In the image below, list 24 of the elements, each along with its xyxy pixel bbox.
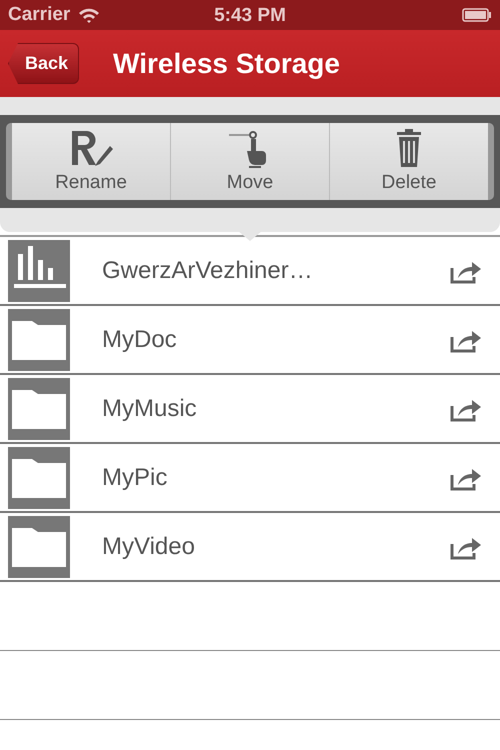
file-name: MyDoc <box>102 324 178 354</box>
delete-button[interactable]: Delete <box>330 123 488 200</box>
folder-icon <box>8 446 70 508</box>
file-row[interactable]: GwerzArVezhiner… <box>0 237 500 306</box>
file-name: GwerzArVezhiner… <box>102 256 314 286</box>
folder-icon <box>8 378 70 440</box>
file-row[interactable]: MyMusic <box>0 375 500 444</box>
rename-button[interactable]: Rename <box>12 123 171 200</box>
carrier-label: Carrier <box>8 2 70 27</box>
folder-icon <box>8 516 70 578</box>
clock-time: 5:43 PM <box>214 5 286 26</box>
file-name: MyVideo <box>102 532 196 562</box>
folder-icon <box>8 308 70 370</box>
audio-file-icon <box>8 240 70 302</box>
file-row[interactable]: MyPic <box>0 444 500 513</box>
file-row[interactable]: MyVideo <box>0 513 500 582</box>
back-button[interactable]: Back <box>8 43 80 84</box>
move-button[interactable]: Move <box>171 123 330 200</box>
wifi-icon <box>78 6 100 24</box>
file-name: MyMusic <box>102 394 198 424</box>
file-name: MyPic <box>102 462 168 492</box>
battery-icon <box>462 8 492 22</box>
screen-title: Wireless Storage <box>113 46 340 81</box>
file-row[interactable]: MyDoc <box>0 306 500 375</box>
